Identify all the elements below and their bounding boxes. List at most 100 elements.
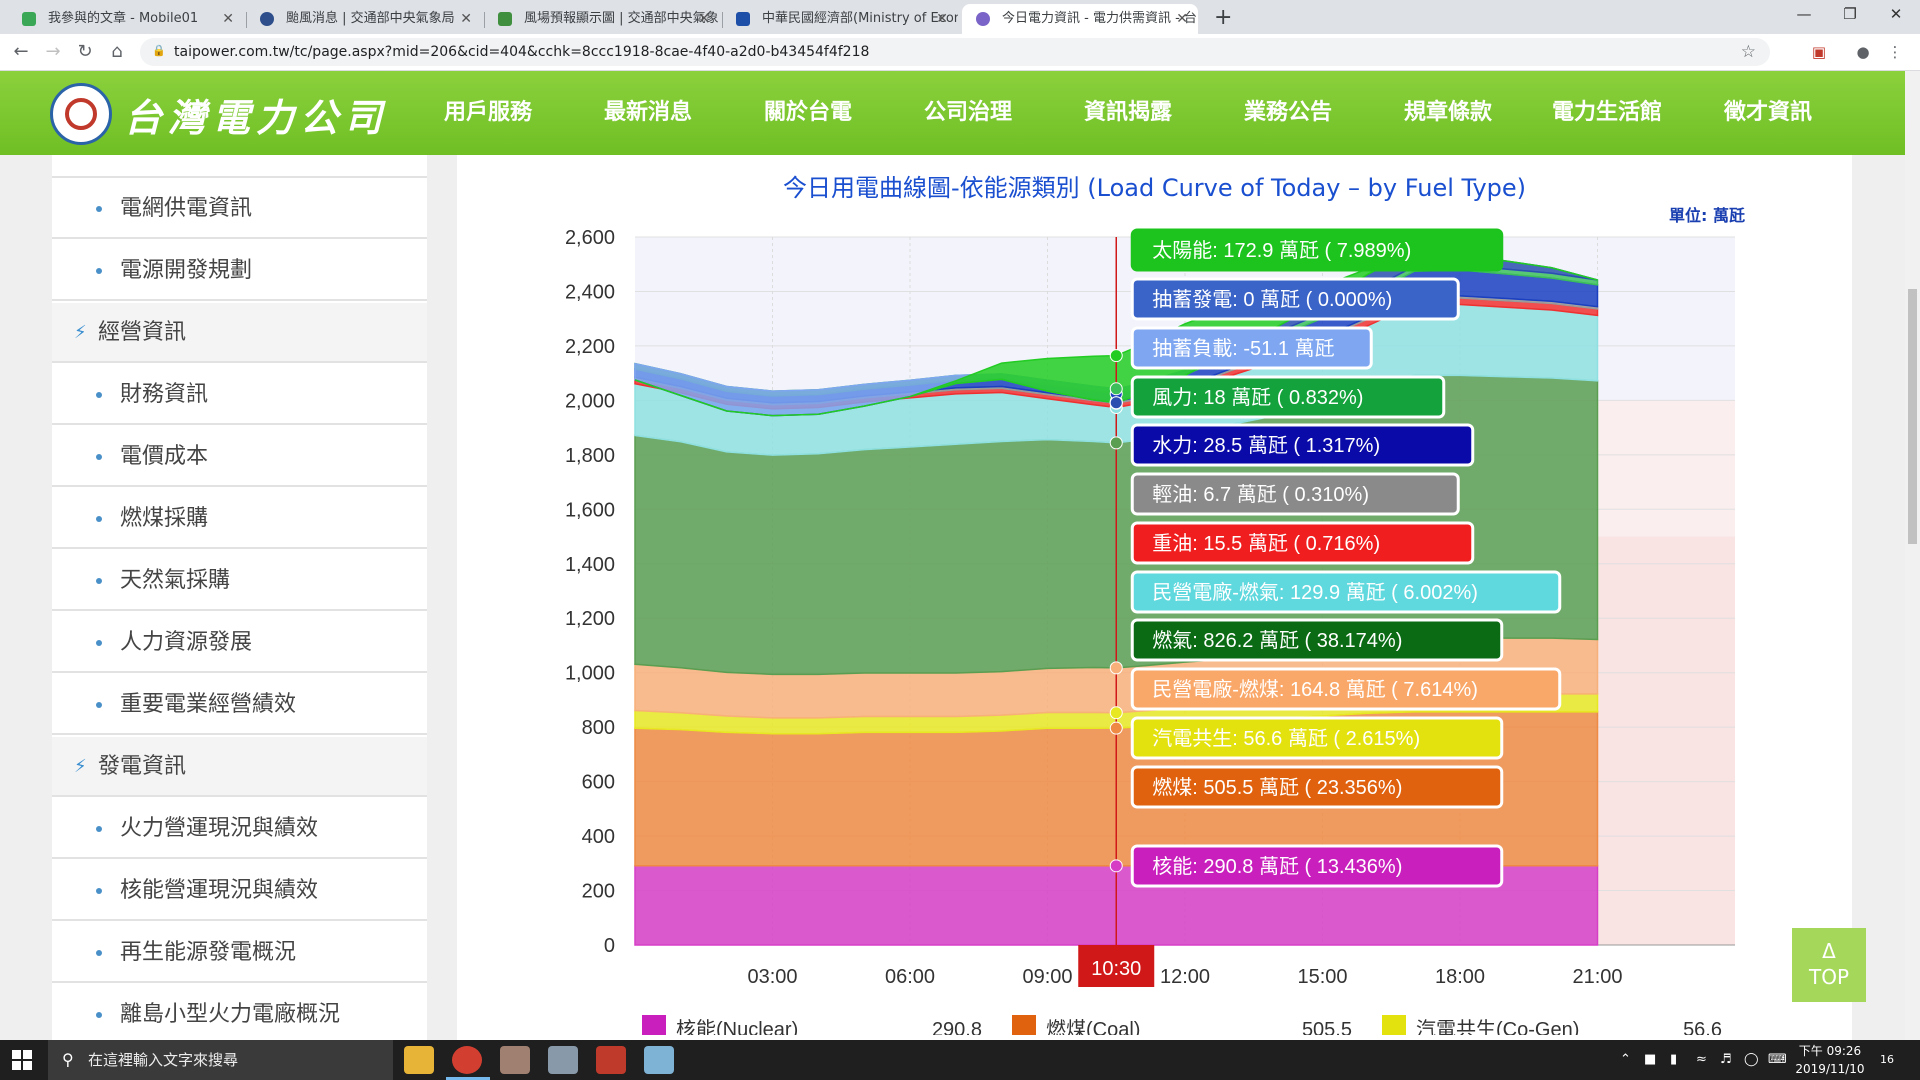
- browser-tab[interactable]: 中華民國經濟部(Ministry of Econ ✕: [722, 4, 958, 34]
- tooltip-text: 民營電廠-燃煤: 164.8 萬瓩 ( 7.614%): [1152, 677, 1478, 701]
- y-tick-label: 1,200: [565, 608, 615, 630]
- legend-swatch: [1012, 1015, 1036, 1035]
- tray-wifi-icon[interactable]: ≈: [1696, 1040, 1707, 1080]
- top-label: TOP: [1808, 965, 1850, 989]
- x-tick-label: 12:00: [1160, 966, 1210, 988]
- minimize-icon[interactable]: —: [1782, 0, 1826, 30]
- search-icon: ⚲: [62, 1050, 74, 1069]
- close-tab-icon[interactable]: ✕: [936, 4, 948, 34]
- windows-taskbar: ⚲ 在這裡輸入文字來搜尋 ⌃ ■ ▮ ≈ ♬ ◯ ⌨ 下午 09:26 2019…: [0, 1040, 1920, 1080]
- new-tab-button[interactable]: +: [1214, 4, 1232, 32]
- nav-item[interactable]: 規章條款: [1404, 71, 1492, 155]
- sidebar-item-label: 財務資訊: [120, 382, 209, 407]
- tray-battery-icon[interactable]: ▮: [1670, 1040, 1677, 1080]
- nav-item-active[interactable]: 資訊揭露: [1084, 71, 1172, 155]
- sidebar-item-label: 燃煤採購: [120, 506, 209, 531]
- tray-keyboard-icon[interactable]: ⌨: [1768, 1040, 1787, 1080]
- favicon-icon: [260, 12, 274, 26]
- browser-tab[interactable]: 風場預報顯示圖 | 交通部中央氣象 ✕: [484, 4, 720, 34]
- bullet-icon: [96, 454, 102, 460]
- scrollbar-thumb[interactable]: [1908, 289, 1917, 544]
- sidebar-item[interactable]: 離島小型火力電廠概況: [52, 985, 427, 1040]
- tray-chevron-icon[interactable]: ⌃: [1620, 1040, 1631, 1080]
- sidebar-item[interactable]: 核能營運現況與績效: [52, 861, 427, 921]
- sidebar-item[interactable]: 火力營運現況與績效: [52, 799, 427, 859]
- file-explorer-icon[interactable]: [404, 1046, 434, 1074]
- nav-item[interactable]: 徵才資訊: [1724, 71, 1812, 155]
- windows-start-icon[interactable]: [12, 1050, 32, 1070]
- app-icon[interactable]: [548, 1046, 578, 1074]
- y-tick-label: 1,600: [565, 499, 615, 521]
- sidebar-item-label: 電源開發規劃: [120, 258, 253, 283]
- taipower-logo-icon[interactable]: [50, 83, 112, 145]
- sidebar-item-label: 重要電業經營績效: [120, 692, 297, 717]
- app-icon[interactable]: [596, 1046, 626, 1074]
- reload-icon[interactable]: ↻: [72, 39, 98, 65]
- address-bar[interactable]: 🔒 taipower.com.tw/tc/page.aspx?mid=206&c…: [140, 38, 1770, 66]
- sidebar-item[interactable]: 財務資訊: [52, 365, 427, 425]
- back-to-top-button[interactable]: Δ TOP: [1792, 928, 1866, 1002]
- home-icon[interactable]: ⌂: [104, 39, 130, 65]
- chrome-icon[interactable]: [452, 1046, 482, 1074]
- url-text[interactable]: taipower.com.tw/tc/page.aspx?mid=206&cid…: [174, 38, 869, 66]
- sidebar-item-label: 核能營運現況與績效: [120, 878, 319, 903]
- sidebar-item[interactable]: 天然氣採購: [52, 551, 427, 611]
- chart-unit: 單位: 萬瓩: [1669, 206, 1745, 225]
- browser-tab-active[interactable]: 今日電力資訊 - 電力供需資訊 - 台 ✕: [962, 4, 1198, 34]
- app-icon[interactable]: [644, 1046, 674, 1074]
- taskbar-clock[interactable]: 下午 09:26 2019/11/10: [1790, 1042, 1870, 1078]
- sidebar-item[interactable]: 電網供電資訊: [52, 179, 427, 239]
- back-icon[interactable]: ←: [8, 39, 34, 65]
- sidebar-item[interactable]: 電源開發規劃: [52, 241, 427, 301]
- x-tick-label: 15:00: [1297, 966, 1347, 988]
- tooltip-text: 風力: 18 萬瓩 ( 0.832%): [1152, 386, 1363, 409]
- sidebar-item-label: 天然氣採購: [120, 568, 231, 593]
- legend-value: 56.6: [1683, 1019, 1722, 1035]
- paint-icon[interactable]: [500, 1046, 530, 1074]
- sidebar-item-partial[interactable]: [52, 155, 427, 178]
- tab-title: 中華民國經濟部(Ministry of Econ: [762, 11, 958, 26]
- close-tab-icon[interactable]: ✕: [222, 4, 234, 34]
- nav-item[interactable]: 電力生活館: [1552, 71, 1662, 155]
- notification-badge[interactable]: 16: [1880, 1040, 1894, 1080]
- bookmark-star-icon[interactable]: ☆: [1741, 38, 1756, 66]
- plot-band: [1597, 536, 1735, 945]
- sidebar-item-label: 火力營運現況與績效: [120, 816, 319, 841]
- taskbar-search-box[interactable]: ⚲ 在這裡輸入文字來搜尋: [48, 1040, 393, 1080]
- close-tab-icon[interactable]: ✕: [460, 4, 472, 34]
- tray-antivirus-icon[interactable]: ■: [1644, 1040, 1656, 1080]
- lightning-icon: ⚡: [74, 322, 87, 343]
- sidebar-item[interactable]: 電價成本: [52, 427, 427, 487]
- sidebar-category[interactable]: ⚡ 發電資訊: [52, 737, 427, 797]
- vertical-scrollbar[interactable]: [1905, 71, 1920, 1040]
- browser-tab[interactable]: 颱風消息 | 交通部中央氣象局 ✕: [246, 4, 482, 34]
- sidebar-category[interactable]: ⚡ 經營資訊: [52, 303, 427, 363]
- close-tab-icon[interactable]: ✕: [1176, 4, 1188, 34]
- menu-icon[interactable]: ⋮: [1884, 41, 1906, 63]
- browser-tab[interactable]: 我參與的文章 - Mobile01 ✕: [8, 4, 244, 34]
- bullet-icon: [96, 268, 102, 274]
- profile-icon[interactable]: ●: [1852, 41, 1874, 63]
- close-window-icon[interactable]: ✕: [1874, 0, 1918, 30]
- nav-item[interactable]: 用戶服務: [444, 71, 532, 155]
- sidebar-item[interactable]: 再生能源發電概況: [52, 923, 427, 983]
- sidebar-item[interactable]: 燃煤採購: [52, 489, 427, 549]
- tray-volume-icon[interactable]: ♬: [1720, 1040, 1732, 1080]
- y-tick-label: 400: [582, 826, 615, 848]
- nav-item[interactable]: 關於台電: [764, 71, 852, 155]
- forward-icon[interactable]: →: [40, 39, 66, 65]
- extension-icon[interactable]: ▣: [1808, 41, 1830, 63]
- legend-name: 汽電共生(Co-Gen): [1416, 1018, 1579, 1035]
- load-curve-chart[interactable]: 0 200 400 600 800 1,000 1,200 1,400 1,600 1,800 2,…: [550, 225, 1850, 1035]
- tray-ime-icon[interactable]: ◯: [1744, 1040, 1759, 1080]
- x-tick-label: 21:00: [1572, 966, 1622, 988]
- legend-name: 核能(Nuclear): [676, 1018, 798, 1035]
- logo-text[interactable]: 台灣電力公司: [124, 87, 388, 142]
- sidebar-item[interactable]: 人力資源發展: [52, 613, 427, 673]
- maximize-icon[interactable]: ❐: [1828, 0, 1872, 30]
- nav-item[interactable]: 業務公告: [1244, 71, 1332, 155]
- sidebar-item[interactable]: 重要電業經營績效: [52, 675, 427, 735]
- close-tab-icon[interactable]: ✕: [698, 4, 710, 34]
- nav-item[interactable]: 公司治理: [924, 71, 1012, 155]
- nav-item[interactable]: 最新消息: [604, 71, 692, 155]
